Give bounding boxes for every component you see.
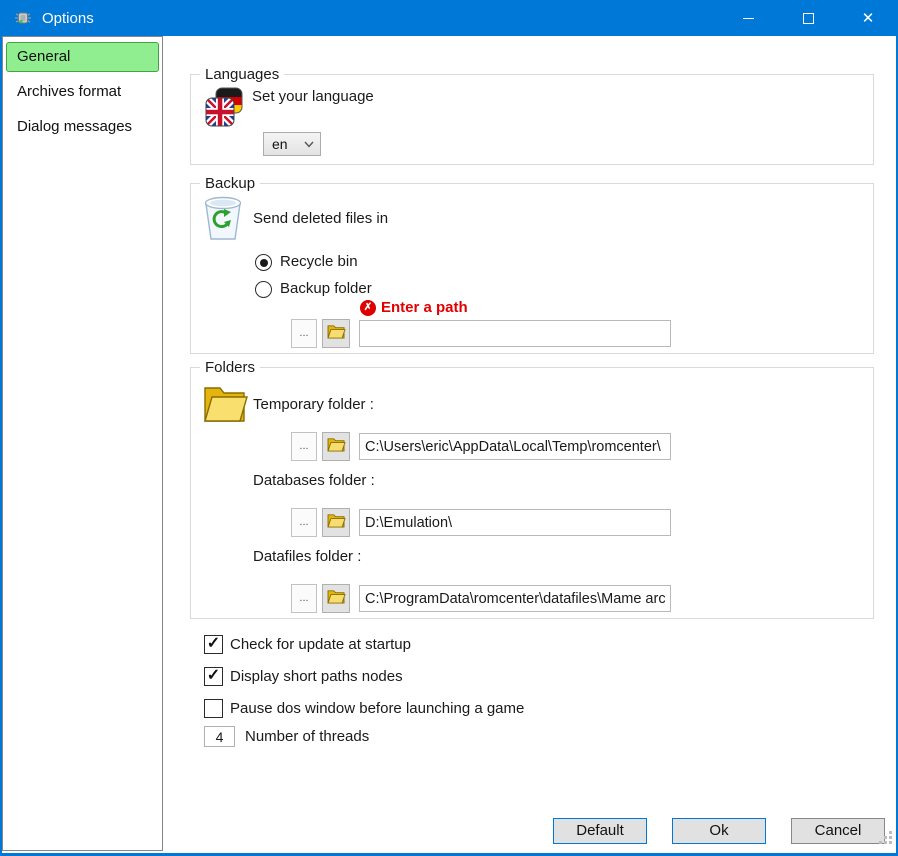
- checkbox-pause-dos-label: Pause dos window before launching a game: [230, 700, 524, 717]
- language-select-value: en: [272, 136, 304, 152]
- recycle-bin-icon: [202, 193, 244, 248]
- radio-backup-folder[interactable]: [255, 281, 272, 298]
- languages-group-label: Languages: [200, 66, 284, 83]
- options-window: Options ✕ General Archives format Dialog…: [0, 0, 898, 856]
- temporary-browse-button[interactable]: ...: [291, 432, 317, 461]
- sidebar: General Archives format Dialog messages: [2, 36, 163, 851]
- default-button[interactable]: Default: [553, 818, 647, 844]
- checkbox-check-for-update[interactable]: ✓: [204, 635, 223, 654]
- threads-input[interactable]: [204, 726, 235, 747]
- language-flags-icon: [205, 87, 243, 132]
- open-folder-icon: [327, 512, 346, 533]
- radio-backup-folder-label: Backup folder: [280, 280, 372, 297]
- folders-group: Folders Temporary folder : ... Databases…: [190, 367, 874, 619]
- send-deleted-caption: Send deleted files in: [253, 210, 388, 227]
- sidebar-item-archives-format[interactable]: Archives format: [6, 77, 159, 107]
- maximize-icon: [803, 13, 814, 24]
- backup-browse-button[interactable]: ...: [291, 319, 317, 348]
- datafiles-browse-button[interactable]: ...: [291, 584, 317, 613]
- error-icon: ✗: [360, 300, 376, 316]
- big-folder-icon: [201, 380, 249, 429]
- minimize-button[interactable]: [718, 0, 778, 36]
- ok-button[interactable]: Ok: [672, 818, 766, 844]
- backup-group: Backup Send deleted files in Recycle bin…: [190, 183, 874, 354]
- window-title: Options: [42, 10, 94, 27]
- checkbox-pause-dos[interactable]: [204, 699, 223, 718]
- temporary-folder-label: Temporary folder :: [253, 396, 374, 413]
- backup-path-input[interactable]: [359, 320, 671, 347]
- titlebar[interactable]: Options ✕: [0, 0, 898, 36]
- folders-group-label: Folders: [200, 359, 260, 376]
- threads-label: Number of threads: [245, 728, 369, 745]
- open-folder-icon: [327, 588, 346, 609]
- databases-folder-input[interactable]: [359, 509, 671, 536]
- cancel-button[interactable]: Cancel: [791, 818, 885, 844]
- open-folder-icon: [327, 323, 346, 344]
- temporary-folder-input[interactable]: [359, 433, 671, 460]
- set-language-caption: Set your language: [252, 88, 374, 105]
- error-message: Enter a path: [381, 299, 468, 316]
- languages-group: Languages: [190, 74, 874, 165]
- close-button[interactable]: ✕: [838, 0, 898, 36]
- close-icon: ✕: [862, 11, 875, 26]
- databases-folder-label: Databases folder :: [253, 472, 375, 489]
- checkbox-short-paths-label: Display short paths nodes: [230, 668, 403, 685]
- databases-browse-button[interactable]: ...: [291, 508, 317, 537]
- backup-group-label: Backup: [200, 175, 260, 192]
- open-folder-icon: [327, 436, 346, 457]
- checkbox-short-paths[interactable]: ✓: [204, 667, 223, 686]
- language-select[interactable]: en: [263, 132, 321, 156]
- resize-grip[interactable]: [879, 831, 893, 850]
- backup-folder-button[interactable]: [322, 319, 350, 348]
- temporary-folder-button[interactable]: [322, 432, 350, 461]
- radio-recycle-bin-label: Recycle bin: [280, 253, 358, 270]
- datafiles-folder-input[interactable]: [359, 585, 671, 612]
- window-controls: ✕: [718, 0, 898, 36]
- databases-folder-button[interactable]: [322, 508, 350, 537]
- datafiles-folder-label: Datafiles folder :: [253, 548, 361, 565]
- radio-recycle-bin[interactable]: [255, 254, 272, 271]
- minimize-icon: [743, 18, 754, 19]
- radio-selected-dot: [260, 259, 268, 267]
- sidebar-item-general[interactable]: General: [6, 42, 159, 72]
- maximize-button[interactable]: [778, 0, 838, 36]
- checkbox-check-for-update-label: Check for update at startup: [230, 636, 411, 653]
- app-icon: [12, 7, 34, 29]
- sidebar-item-dialog-messages[interactable]: Dialog messages: [6, 112, 159, 142]
- chevron-down-icon: [304, 135, 314, 153]
- datafiles-folder-button[interactable]: [322, 584, 350, 613]
